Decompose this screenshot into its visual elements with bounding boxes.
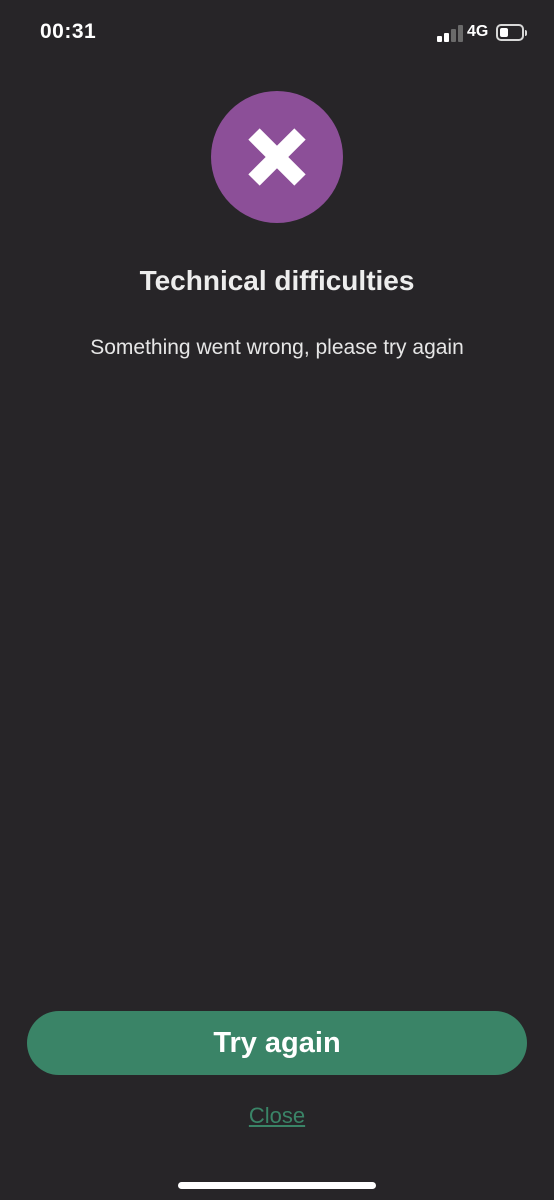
signal-bar	[444, 33, 449, 42]
try-again-button[interactable]: Try again	[27, 1011, 527, 1075]
battery-icon	[496, 24, 527, 41]
x-mark-icon	[248, 128, 306, 186]
signal-bar	[451, 29, 456, 42]
battery-level	[500, 28, 508, 37]
error-close-icon	[211, 91, 343, 223]
status-bar: 00:31 4G	[0, 0, 554, 66]
battery-cap	[525, 30, 527, 36]
network-type: 4G	[467, 23, 489, 40]
signal-bar	[458, 25, 463, 42]
close-link[interactable]: Close	[0, 1103, 554, 1129]
status-time: 00:31	[40, 20, 97, 43]
signal-bar	[437, 36, 442, 42]
error-message: Something went wrong, please try again	[90, 336, 464, 359]
error-title: Technical difficulties	[139, 265, 415, 296]
signal-strength-icon	[437, 24, 463, 42]
home-indicator[interactable]	[178, 1182, 376, 1189]
